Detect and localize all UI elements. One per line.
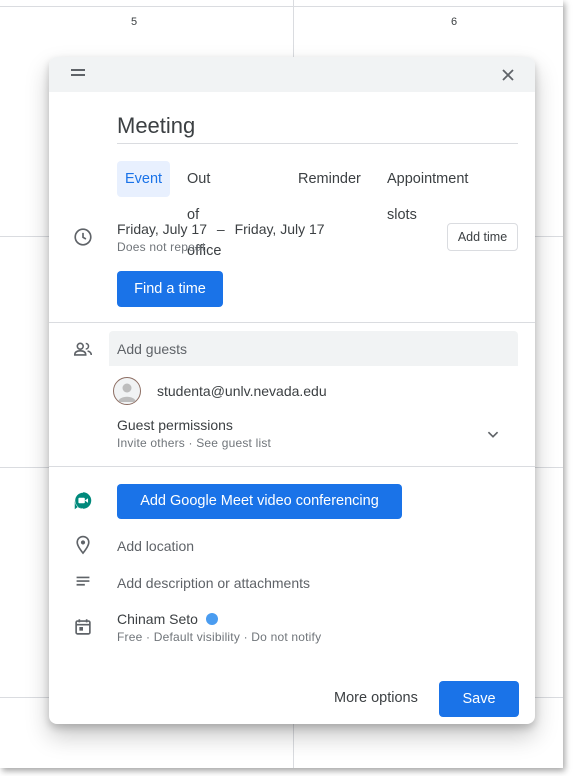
chevron-down-icon <box>487 431 499 438</box>
guest-permissions-summary: Invite others · See guest list <box>117 436 272 450</box>
close-icon <box>502 69 514 81</box>
add-guests-placeholder: Add guests <box>117 341 188 357</box>
dialog-header[interactable] <box>49 57 535 92</box>
event-date-range[interactable]: Friday, July 17 – Friday, July 17 <box>117 221 325 237</box>
event-dialog: Meeting Event Out of office Reminder App… <box>49 57 535 724</box>
calendar-owner-summary[interactable]: Free · Default visibility · Do not notif… <box>117 630 321 644</box>
end-date[interactable]: Friday, July 17 <box>235 221 325 237</box>
tab-appointment-slots[interactable]: Appointment slots <box>387 161 468 223</box>
tab-out-of-office[interactable]: Out of office <box>187 161 221 259</box>
date-separator: – <box>216 221 225 237</box>
notes-icon <box>72 571 94 593</box>
add-time-button[interactable]: Add time <box>447 223 518 251</box>
google-meet-icon <box>72 490 94 512</box>
start-date[interactable]: Friday, July 17 <box>117 221 207 237</box>
day-number[interactable]: 5 <box>124 16 144 28</box>
add-google-meet-button[interactable]: Add Google Meet video conferencing <box>117 484 402 519</box>
people-icon <box>72 338 94 360</box>
drag-handle-icon[interactable] <box>71 69 85 77</box>
more-options-button[interactable]: More options <box>334 690 418 706</box>
add-description-input[interactable]: Add description or attachments <box>117 575 310 591</box>
close-button[interactable] <box>496 63 520 87</box>
guest-permissions-toggle[interactable] <box>482 423 504 445</box>
section-divider <box>49 466 535 467</box>
calendar-color-dot <box>205 613 218 625</box>
repeat-setting[interactable]: Does not repeat <box>117 240 205 254</box>
calendar-icon <box>72 616 94 638</box>
hour-gridline <box>0 6 563 7</box>
guest-permissions-title[interactable]: Guest permissions <box>117 417 233 433</box>
tab-event[interactable]: Event <box>117 161 171 197</box>
add-guests-input[interactable]: Add guests <box>109 331 518 366</box>
save-button[interactable]: Save <box>439 681 519 717</box>
event-title-input[interactable]: Meeting <box>117 113 518 144</box>
add-location-input[interactable]: Add location <box>117 538 194 554</box>
avatar <box>113 377 141 405</box>
location-pin-icon <box>72 534 94 556</box>
day-number[interactable]: 6 <box>444 16 464 28</box>
clock-icon <box>72 226 94 248</box>
section-divider <box>49 322 535 323</box>
find-a-time-button[interactable]: Find a time <box>117 271 223 307</box>
person-icon <box>118 383 136 402</box>
calendar-owner-name: Chinam Seto <box>117 611 198 627</box>
calendar-owner[interactable]: Chinam Seto <box>117 611 218 627</box>
guest-email[interactable]: studenta@unlv.nevada.edu <box>157 383 327 399</box>
tab-reminder[interactable]: Reminder <box>298 161 361 197</box>
